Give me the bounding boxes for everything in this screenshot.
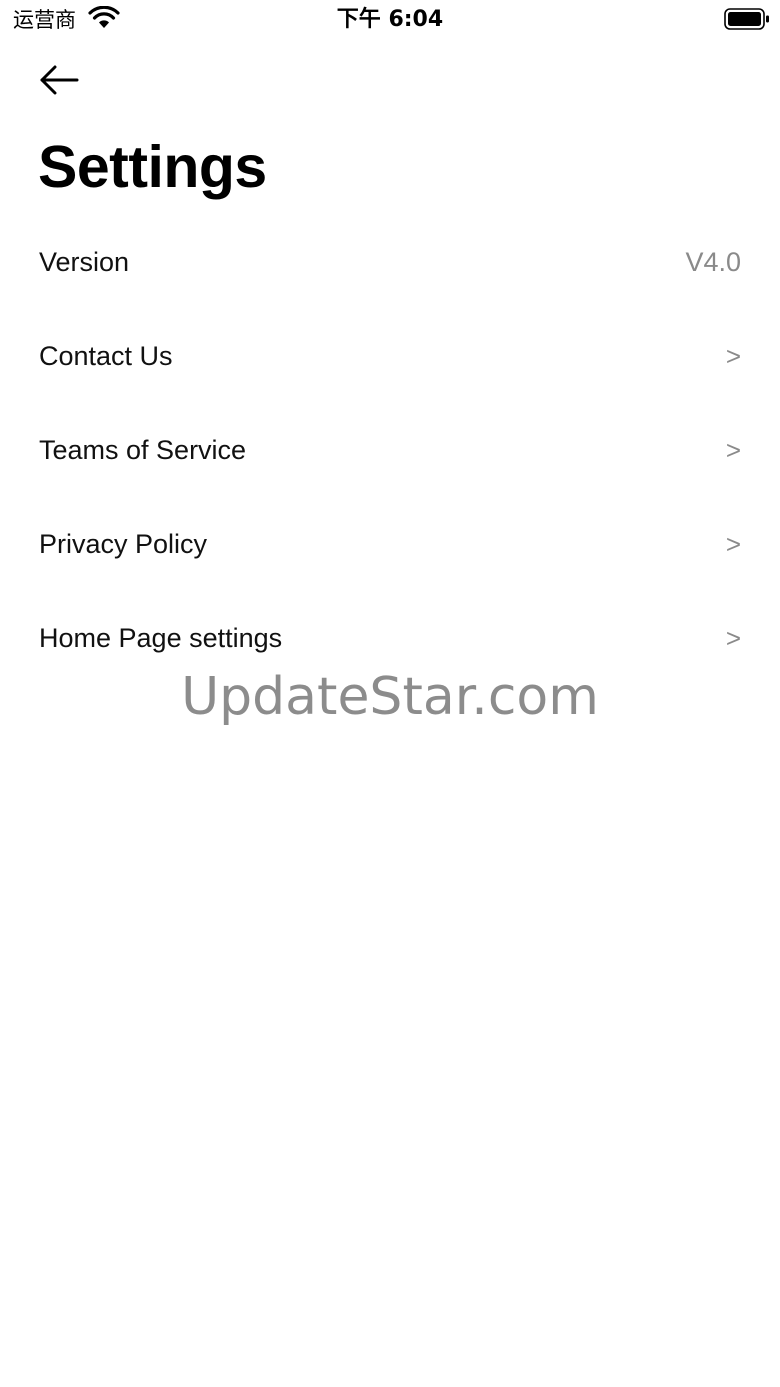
- back-button[interactable]: [30, 56, 90, 104]
- settings-row-privacy-policy[interactable]: Privacy Policy >: [0, 497, 780, 591]
- settings-row-label: Version: [39, 247, 130, 277]
- settings-row-label: Teams of Service: [39, 435, 247, 465]
- chevron-right-icon: >: [725, 341, 741, 371]
- settings-row-version[interactable]: Version V4.0: [0, 215, 780, 309]
- battery-icon: [724, 8, 770, 30]
- version-value: V4.0: [685, 247, 741, 277]
- chevron-right-icon: >: [725, 529, 741, 559]
- chevron-right-icon: >: [725, 623, 741, 653]
- chevron-right-icon: >: [725, 435, 741, 465]
- status-time: 下午 6:04: [336, 7, 444, 32]
- page-title: Settings: [38, 134, 267, 200]
- settings-row-label: Privacy Policy: [39, 529, 208, 559]
- arrow-left-icon: [40, 65, 79, 95]
- settings-row-label: Contact Us: [39, 341, 173, 371]
- settings-row-label: Home Page settings: [39, 623, 283, 653]
- watermark: UpdateStar.com: [181, 667, 599, 727]
- settings-row-terms-of-service[interactable]: Teams of Service >: [0, 403, 780, 497]
- settings-list: Version V4.0 Contact Us > Teams of Servi…: [0, 215, 780, 685]
- settings-row-contact-us[interactable]: Contact Us >: [0, 309, 780, 403]
- settings-screen: 运营商 下午 6:04 Settings Version V4.0 Contac…: [0, 0, 780, 1387]
- status-bar: 运营商 下午 6:04: [0, 0, 780, 40]
